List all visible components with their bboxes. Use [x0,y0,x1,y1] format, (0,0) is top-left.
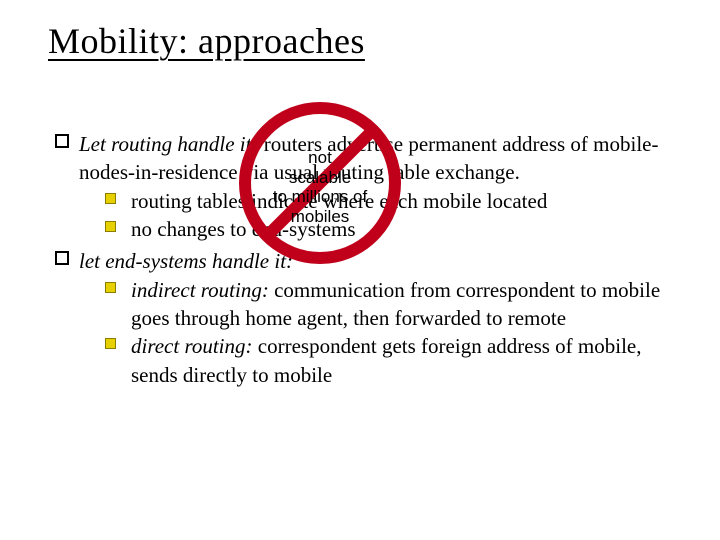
sub-indirect-head: indirect routing: [131,278,269,302]
bullet-routing: Let routing handle it: routers advertise… [55,130,680,243]
sub-direct-head: direct routing: [131,334,253,358]
bullet-end-systems-head: let end-systems handle it: [79,249,293,273]
subbullet-marker-icon [105,193,116,204]
bullet-marker-icon [55,251,69,265]
subbullet-marker-icon [105,221,116,232]
slide: Mobility: approaches Let routing handle … [0,0,720,540]
sub-routing-tables: routing tables indicate where each mobil… [103,187,680,215]
sub-routing-tables-text: routing tables indicate where each mobil… [131,189,547,213]
page-title: Mobility: approaches [48,20,365,62]
sub-no-changes: no changes to end-systems [103,215,680,243]
subbullet-marker-icon [105,282,116,293]
subbullet-marker-icon [105,338,116,349]
bullet-end-systems: let end-systems handle it: indirect rout… [55,247,680,389]
bullet-end-systems-subs: indirect routing: communication from cor… [103,276,680,389]
bullet-marker-icon [55,134,69,148]
bullet-routing-head: Let routing handle it: [79,132,258,156]
sub-indirect-routing: indirect routing: communication from cor… [103,276,680,333]
bullet-routing-subs: routing tables indicate where each mobil… [103,187,680,244]
sub-direct-routing: direct routing: correspondent gets forei… [103,332,680,389]
content-block: Let routing handle it: routers advertise… [55,130,680,393]
sub-no-changes-text: no changes to end-systems [131,217,356,241]
